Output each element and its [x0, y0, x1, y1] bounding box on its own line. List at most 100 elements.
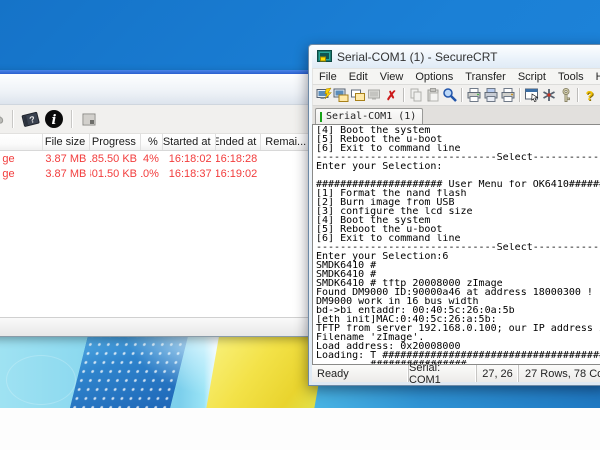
menu-file[interactable]: File [313, 69, 343, 84]
help-icon[interactable]: ? [581, 87, 598, 104]
terminal-line: ------------------------------Select----… [316, 243, 600, 252]
terminal-line: Filename 'zImage'. [316, 333, 600, 342]
terminal-line: [4] Boot the system [316, 216, 600, 225]
menubar: File Edit View Options Transfer Script T… [312, 68, 600, 85]
status-cursor-position: 27, 26 [476, 365, 518, 382]
svg-text:i: i [52, 113, 57, 128]
row-started-at: 16:18:37 [163, 166, 216, 181]
tab-status-indicator [320, 112, 322, 122]
terminal-line: Enter your Selection: [316, 162, 600, 171]
row-percent: 4% [141, 151, 163, 166]
terminal-line: SMDK6410 # [316, 261, 600, 270]
terminal-line: DM9000 work in 16 bus width [316, 297, 600, 306]
paste-icon[interactable] [424, 87, 441, 104]
status-ready: Ready [312, 368, 408, 380]
help-book-icon[interactable]: ? [18, 108, 42, 130]
keymap-icon[interactable] [557, 87, 574, 104]
global-options-icon[interactable] [540, 87, 557, 104]
column-header-name[interactable] [0, 134, 43, 150]
row-progress: 185.50 KB [90, 151, 141, 166]
securecrt-window: Serial-COM1 (1) - SecureCRT File Edit Vi… [308, 44, 600, 386]
tftp-transfer-window: ? i File size Progress % Started at Ende… [0, 70, 310, 337]
send-icon[interactable] [0, 108, 7, 130]
row-file-size: 3.87 MB [44, 151, 91, 166]
terminal[interactable]: [4] Boot the system [5] Reboot the u-boo… [312, 124, 600, 365]
terminal-line: Loading: T #############################… [316, 351, 600, 360]
copy-icon[interactable] [407, 87, 424, 104]
terminal-line: SMDK6410 # tftp 20008000 zImage [316, 279, 600, 288]
connect-icon[interactable] [332, 87, 349, 104]
desktop: ? i File size Progress % Started at Ende… [0, 0, 600, 450]
row-name: ge [0, 166, 44, 181]
toolbar-separator [403, 88, 404, 102]
terminal-line: ##################### User Menu for OK64… [316, 180, 600, 189]
column-header-ended-at[interactable]: Ended at [216, 134, 262, 150]
toolbar-separator [577, 88, 578, 102]
disconnect-icon[interactable]: ✗ [383, 87, 400, 104]
statusbar: Ready Serial: COM1 27, 26 27 Rows, 78 Co… [312, 365, 600, 382]
session-options-icon[interactable] [523, 87, 540, 104]
menu-tools[interactable]: Tools [552, 69, 590, 84]
find-icon[interactable] [441, 87, 458, 104]
about-icon[interactable]: i [42, 108, 66, 130]
terminal-line: bd->bi_entaddr: 00:40:5c:26:0a:5b [316, 306, 600, 315]
window-title: Serial-COM1 (1) - SecureCRT [337, 50, 497, 64]
column-header-started-at[interactable]: Started at [163, 134, 216, 150]
toolbar-separator [71, 110, 72, 128]
printer-icon[interactable] [499, 87, 516, 104]
column-header-percent[interactable]: % [141, 134, 163, 150]
terminal-line: SMDK6410 # [316, 270, 600, 279]
row-name: ge [0, 151, 44, 166]
reconnect-icon[interactable] [366, 87, 383, 104]
titlebar[interactable]: Serial-COM1 (1) - SecureCRT [312, 45, 600, 68]
menu-options[interactable]: Options [409, 69, 459, 84]
terminal-line [316, 171, 600, 180]
tab-serial-com1[interactable]: Serial-COM1 (1) [315, 108, 423, 124]
row-remaining [261, 151, 309, 166]
terminal-line: [5] Reboot the u-boot [316, 225, 600, 234]
status-screen-size: 27 Rows, 78 Cols [518, 365, 600, 382]
table-row[interactable]: ge 3.87 MB 401.50 KB 10% 16:18:37 16:19:… [0, 166, 309, 181]
terminal-line: [3] configure the lcd size [316, 207, 600, 216]
terminal-line: [1] Format the nand flash [316, 189, 600, 198]
toolbar-separator [519, 88, 520, 102]
terminal-line: Found DM9000 ID:90000a46 at address 1800… [316, 288, 600, 297]
row-progress: 401.50 KB [90, 166, 141, 181]
row-remaining [261, 166, 309, 181]
terminal-line: Enter your Selection:6 [316, 252, 600, 261]
securecrt-app-icon [317, 50, 332, 64]
toolbar-separator [461, 88, 462, 102]
column-header-remaining[interactable]: Remai... [261, 134, 309, 150]
menu-help[interactable]: Help [590, 69, 600, 84]
menu-edit[interactable]: Edit [343, 69, 374, 84]
log-panel-icon[interactable] [77, 108, 101, 130]
column-header-progress[interactable]: Progress [90, 134, 141, 150]
terminal-line: [6] Exit to command line [316, 144, 600, 153]
column-header-file-size[interactable]: File size [43, 134, 90, 150]
print-preview-icon[interactable] [465, 87, 482, 104]
row-percent: 10% [141, 166, 163, 181]
row-started-at: 16:18:02 [163, 151, 216, 166]
menu-transfer[interactable]: Transfer [459, 69, 512, 84]
tftp-menu-band [0, 74, 309, 105]
table-empty-area [0, 181, 309, 317]
menu-view[interactable]: View [374, 69, 410, 84]
print-selection-icon[interactable] [482, 87, 499, 104]
terminal-line: ------------------------------Select----… [316, 153, 600, 162]
terminal-line: [6] Exit to command line [316, 234, 600, 243]
connect-in-tab-icon[interactable] [349, 87, 366, 104]
quick-connect-icon[interactable] [315, 87, 332, 104]
terminal-line: TFTP from server 192.168.0.100; our IP a… [316, 324, 600, 333]
table-row[interactable]: ge 3.87 MB 185.50 KB 4% 16:18:02 16:18:2… [0, 151, 309, 166]
menu-script[interactable]: Script [512, 69, 552, 84]
desktop-white-area [0, 408, 600, 450]
row-ended-at: 16:18:28 [216, 151, 262, 166]
table-header-row: File size Progress % Started at Ended at… [0, 134, 309, 151]
terminal-line: Load address: 0x20008000 [316, 342, 600, 351]
tab-bar: Serial-COM1 (1) [312, 106, 600, 124]
tab-label: Serial-COM1 (1) [326, 111, 416, 122]
toolbar-separator [12, 110, 13, 128]
tftp-transfer-table: File size Progress % Started at Ended at… [0, 134, 309, 317]
terminal-line: [eth_init]MAC:0:40:5c:26:a:5b: [316, 315, 600, 324]
tftp-toolbar: ? i [0, 105, 309, 134]
